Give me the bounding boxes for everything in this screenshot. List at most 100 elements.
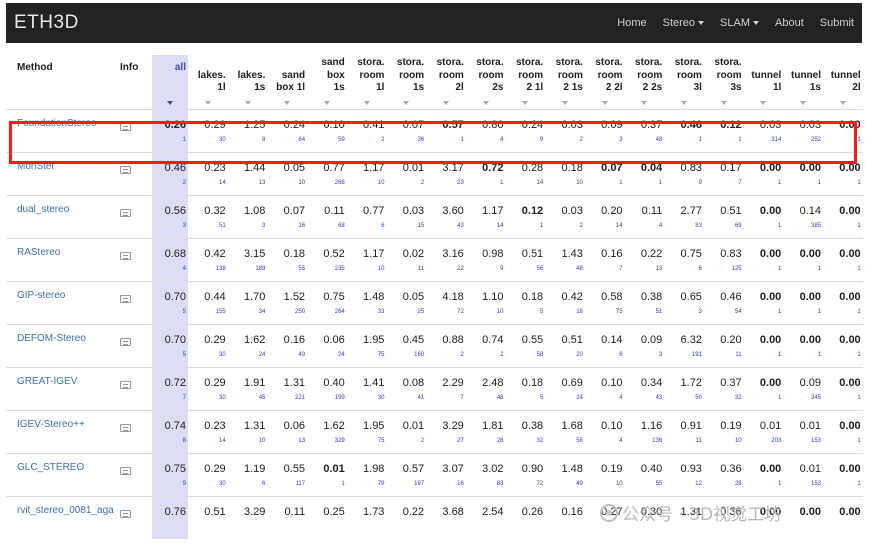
method-link[interactable]: MonSter [6,151,118,195]
method-link[interactable]: IGEV-Stereo++ [6,409,118,453]
column-header[interactable]: tunnel 1l [744,55,784,109]
score-value: 3.15 [243,247,266,260]
method-link[interactable]: GLC_STEREO [6,452,118,496]
score-cell: 0.09 3 [624,323,665,367]
column-header[interactable]: stora. room 2 1s [545,55,585,109]
method-link[interactable]: DEFOM-Stereo [6,323,118,367]
document-icon[interactable] [120,122,131,131]
sort-arrow-icon[interactable] [720,100,727,105]
brand-logo[interactable]: ETH3D [6,12,79,34]
score-cell: 0.17 7 [703,151,744,195]
method-link[interactable]: RAStereo [6,237,118,281]
column-header[interactable]: tunnel 2l [823,55,863,109]
nav-about[interactable]: About [775,17,804,29]
method-link[interactable]: GIP-stereo [6,280,118,324]
nav-stereo[interactable]: Stereo [663,17,705,29]
rank-value: 8 [262,136,266,143]
column-header[interactable]: lakes. 1l [188,55,228,109]
nav-home[interactable]: Home [617,17,646,29]
column-header[interactable]: stora. room 1l [347,55,387,109]
sort-arrow-icon[interactable] [839,100,846,105]
column-header[interactable]: stora. room 3s [704,55,744,109]
score-value: 1.62 [323,419,345,432]
sort-arrow-icon[interactable] [244,100,251,105]
method-link[interactable]: FoundationStereo [6,108,118,152]
header-label: 3l [693,82,702,93]
document-icon[interactable] [120,251,131,260]
rank-value: 4 [619,437,623,444]
document-icon[interactable] [120,208,131,217]
score-value: 0.00 [799,333,821,346]
rank-value: 1 [777,222,782,229]
document-icon[interactable] [120,165,131,174]
header-label: lakes. [197,69,226,81]
score-value: 0.24 [521,118,544,131]
method-link[interactable]: dual_stereo [6,194,118,238]
method-link[interactable]: GREAT-IGEV [6,366,118,410]
score-cell: 0.46 1 [664,108,704,152]
rank-value: 55 [298,265,306,272]
column-header[interactable]: stora. room 2s [466,55,506,109]
column-header[interactable]: stora. room 2 2s [625,55,665,109]
column-header[interactable]: lakes. 1s [228,55,268,109]
column-header[interactable]: stora. room 2 1l [506,55,546,109]
column-header[interactable]: stora. room 2l [426,55,466,109]
score-value: 2.48 [482,376,504,389]
column-header[interactable]: stora. room 2 2l [585,55,625,109]
rank-value: 7 [738,179,742,186]
table-row: GREAT-IGEV 0.72 7 0.29 30 1.91 45 1.31 221 0.40 19… [6,366,863,410]
score-cell: 0.44 155 [188,280,228,324]
document-icon[interactable] [120,294,131,303]
sort-arrow-icon[interactable] [204,100,211,105]
score-cell: 0.51 [188,495,228,539]
sort-arrow-icon[interactable] [641,100,648,105]
sort-arrow-icon[interactable] [601,100,608,105]
sort-arrow-icon[interactable] [522,100,529,105]
method-link[interactable]: rvit_stereo_0081_aga [6,495,118,539]
rank-value: 75 [377,351,385,358]
document-icon[interactable] [120,509,131,518]
document-icon[interactable] [120,337,131,346]
score-value: 0.00 [759,204,782,217]
rank-value: 1 [857,136,861,143]
sort-arrow-icon[interactable] [403,100,410,105]
score-value: 0.00 [839,118,861,131]
sort-arrow-icon[interactable] [800,100,807,105]
sort-arrow-icon[interactable] [442,100,449,105]
rank-value: 4 [658,222,663,229]
sort-arrow-icon[interactable] [681,100,688,105]
header-label: tunnel [791,69,821,81]
nav-slam[interactable]: SLAM [720,17,759,29]
sort-arrow-icon[interactable] [284,100,291,105]
rank-value: 43 [655,394,663,401]
score-cell: 0.00 1 [783,151,823,195]
column-header[interactable]: stora. room 3l [664,55,704,109]
sort-arrow-icon[interactable] [323,100,330,105]
column-header[interactable]: sand box 1l [267,55,307,109]
score-value: 0.03 [799,118,821,131]
column-header-method[interactable]: Method [6,55,118,109]
header-label: 2 1s [563,82,583,93]
score-cell: 0.07 36 [386,108,427,152]
header-label: room [478,69,504,81]
column-header-all[interactable]: all [152,55,188,109]
score-cell: 0.07 1 [584,151,625,195]
sort-arrow-icon[interactable] [363,100,370,105]
document-icon[interactable] [120,423,131,432]
document-icon[interactable] [120,466,131,475]
score-cell: 0.42 138 [188,237,228,281]
column-header[interactable]: sand box 1s [307,55,347,109]
sort-arrow-icon[interactable] [167,100,173,105]
sort-arrow-icon[interactable] [760,100,767,105]
sort-arrow-icon[interactable] [562,100,569,105]
rank-value: 160 [414,351,425,358]
score-value: 0.34 [640,376,663,389]
sort-arrow-icon[interactable] [482,100,489,105]
rank-value: 48 [496,394,504,401]
document-icon[interactable] [120,380,131,389]
score-value: 0.36 [720,505,742,518]
column-header[interactable]: stora. room 1s [386,55,426,109]
score-cell: 2.77 83 [664,194,704,238]
column-header[interactable]: tunnel 1s [783,55,823,109]
nav-submit[interactable]: Submit [820,17,854,29]
